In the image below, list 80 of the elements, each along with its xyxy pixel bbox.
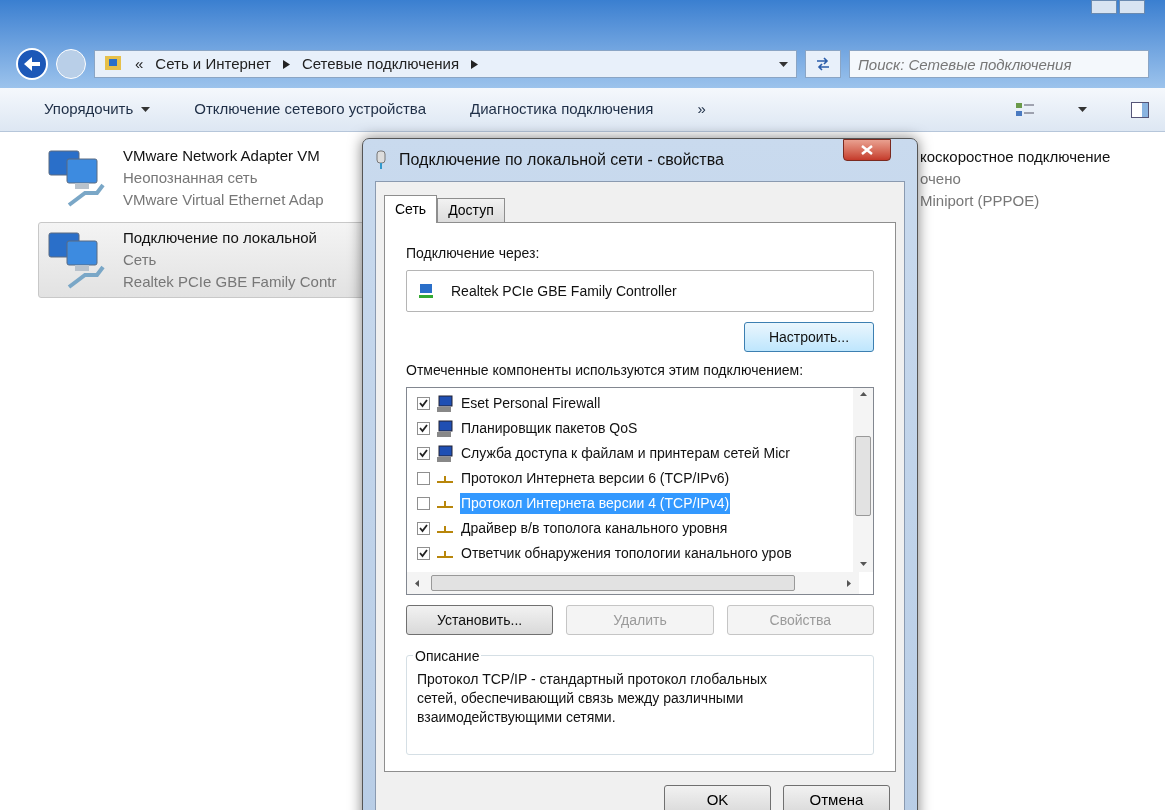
checkmark-icon: [419, 399, 428, 408]
component-item[interactable]: Ответчик обнаружения топологии канального уров: [460, 543, 793, 564]
computer-icon: [436, 394, 454, 413]
checkmark-icon: [419, 524, 428, 533]
close-button[interactable]: [843, 139, 891, 161]
checkbox[interactable]: [417, 422, 430, 435]
connection-status: Неопознанная сеть: [123, 168, 259, 188]
checkmark-icon: [419, 424, 428, 433]
minimize-button[interactable]: [1091, 0, 1117, 14]
horizontal-scrollbar[interactable]: [407, 572, 859, 594]
component-item[interactable]: Протокол Интернета версии 6 (TCP/IPv6): [460, 468, 731, 489]
connection-item[interactable]: VMware Network Adapter VM Неопознанная сеть VMware Virtual Ethernet Adap: [38, 140, 368, 216]
connection-name: коскоростное подключение: [920, 147, 1111, 167]
protocol-icon: [436, 523, 454, 534]
maximize-button[interactable]: [1119, 0, 1145, 14]
adapter-icon: [417, 282, 435, 300]
protocol-icon: [436, 548, 454, 559]
adapter-name: Realtek PCIe GBE Family Controller: [451, 281, 677, 301]
scroll-up-icon: [859, 392, 867, 396]
connection-status: Сеть: [123, 250, 158, 270]
component-action-button[interactable]: Установить...: [406, 605, 554, 635]
dialog-title: Подключение по локальной сети - свойства: [399, 150, 724, 170]
component-item[interactable]: Служба доступа к файлам и принтерам сетей Micr: [460, 443, 791, 464]
toolbar-button[interactable]: Диагностика подключения: [470, 98, 654, 121]
computer-icon: [436, 444, 454, 463]
component-item[interactable]: Eset Personal Firewall: [460, 393, 602, 414]
forward-button[interactable]: [56, 49, 86, 79]
caret-icon: [779, 61, 788, 67]
tab[interactable]: Сеть: [384, 195, 438, 223]
protocol-icon: [436, 473, 454, 484]
scroll-right-icon: [847, 579, 851, 587]
protocol-icon: [436, 498, 454, 509]
back-arrow-icon: [24, 57, 40, 71]
scrollbar-thumb[interactable]: [431, 575, 795, 591]
breadcrumb-arrow-icon[interactable]: [282, 59, 290, 69]
connection-device: VMware Virtual Ethernet Adap: [123, 190, 324, 210]
refresh-icon: [815, 57, 831, 71]
breadcrumb-item[interactable]: Сеть и Интернет: [155, 52, 271, 76]
connection-device: Miniport (PPPOE): [920, 191, 1041, 211]
caret-icon: [141, 107, 151, 112]
connection-name: Подключение по локальной: [123, 228, 318, 248]
vertical-scrollbar[interactable]: [853, 388, 873, 572]
component-item[interactable]: Драйвер в/в тополога канального уровня: [460, 518, 729, 539]
dialog-button[interactable]: Отмена: [783, 785, 890, 810]
connection-name: VMware Network Adapter VM: [123, 146, 321, 166]
description-text: Протокол TCP/IP - стандартный протокол глобальных сетей, обеспечивающий связь между различными взаимодействующими сетями.: [417, 670, 768, 727]
search-field[interactable]: Поиск: Сетевые подключения: [849, 50, 1149, 78]
tab[interactable]: Доступ: [437, 198, 505, 222]
checkbox[interactable]: [417, 547, 430, 560]
computer-icon: [436, 419, 454, 438]
checkbox[interactable]: [417, 397, 430, 410]
close-icon: [861, 145, 873, 155]
back-button[interactable]: [16, 48, 48, 80]
toolbar-button[interactable]: »: [697, 98, 706, 121]
components-label: Отмеченные компоненты используются этим подключением:: [406, 361, 805, 380]
checkbox[interactable]: [417, 497, 430, 510]
scroll-left-icon: [415, 579, 419, 587]
checkmark-icon: [419, 449, 428, 458]
refresh-button[interactable]: [805, 50, 841, 78]
preview-pane-icon[interactable]: [1131, 101, 1149, 118]
view-options-icon[interactable]: [1016, 101, 1034, 118]
toolbar-button[interactable]: Отключение сетевого устройства: [194, 98, 426, 121]
checkbox[interactable]: [417, 522, 430, 535]
component-item[interactable]: Планировщик пакетов QoS: [460, 418, 639, 439]
connection-device: Realtek PCIe GBE Family Contr: [123, 272, 337, 292]
checkbox[interactable]: [417, 472, 430, 485]
checkmark-icon: [419, 549, 428, 558]
breadcrumb-arrow-icon[interactable]: [471, 59, 479, 69]
connect-label: Подключение через:: [406, 244, 541, 263]
scroll-down-icon: [859, 562, 867, 566]
breadcrumb-item[interactable]: Сетевые подключения: [301, 52, 460, 76]
checkbox[interactable]: [417, 447, 430, 460]
caret-icon: [1078, 107, 1087, 112]
address-overflow[interactable]: «: [135, 52, 144, 76]
connection-status: очено: [920, 169, 962, 189]
toolbar-button[interactable]: Упорядочить: [44, 98, 151, 121]
network-plug-icon: [375, 150, 387, 170]
configure-button[interactable]: Настроить...: [744, 322, 874, 352]
scrollbar-thumb[interactable]: [855, 436, 871, 516]
dialog-button[interactable]: OK: [664, 785, 771, 810]
